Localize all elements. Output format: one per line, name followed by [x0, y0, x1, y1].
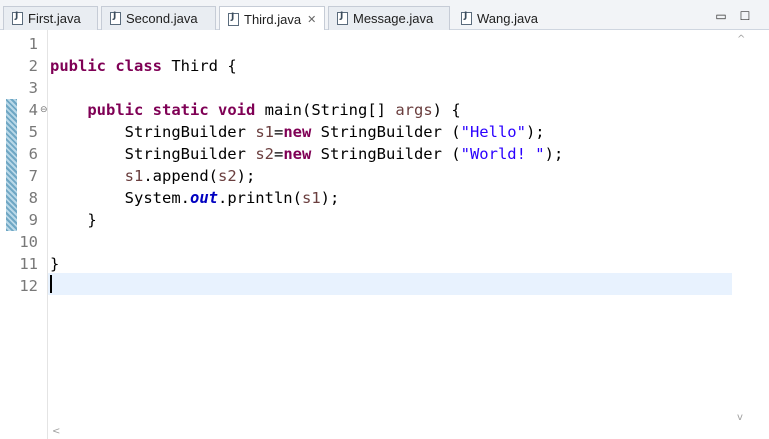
string-literal: "Hello"	[460, 123, 526, 141]
code-line-9: }	[50, 209, 97, 231]
change-marker	[6, 99, 17, 231]
string-literal: "World! "	[460, 145, 545, 163]
code-text: ) {	[432, 101, 461, 119]
keyword: class	[115, 57, 163, 75]
line-number: 3	[28, 79, 38, 97]
variable: s1	[301, 189, 321, 207]
code-text: System.	[124, 189, 190, 207]
code-text: StringBuilder	[124, 145, 256, 163]
tab-label: Message.java	[353, 11, 434, 26]
parameter: args	[395, 101, 433, 119]
code-text: );	[525, 123, 545, 141]
maximize-icon[interactable]: ☐	[738, 9, 752, 23]
current-line-highlight	[48, 273, 732, 295]
keyword: public	[50, 57, 106, 75]
vertical-scrollbar[interactable]: ^ v	[733, 30, 750, 428]
horizontal-scrollbar[interactable]: <	[48, 426, 750, 439]
tab-label: Wang.java	[477, 10, 538, 26]
minimize-icon[interactable]: ▭	[714, 9, 728, 23]
code-text: );	[236, 167, 256, 185]
text-cursor	[50, 275, 52, 293]
code-text: =	[273, 123, 284, 141]
line-number: 5	[28, 123, 38, 141]
variable: s1	[255, 123, 274, 141]
tab-second-java[interactable]: Second.java	[101, 6, 216, 30]
scroll-up-icon[interactable]: ^	[737, 34, 745, 45]
line-number: 1	[28, 35, 38, 53]
tab-third-java[interactable]: Third.java ✕	[219, 6, 325, 31]
code-text: .append(	[143, 167, 218, 185]
keyword: void	[218, 101, 256, 119]
java-file-icon	[12, 11, 23, 25]
line-number: 7	[28, 167, 38, 185]
code-text: );	[544, 145, 564, 163]
static-field: out	[189, 189, 218, 207]
code-line-4: public static void main(String[] args) {	[50, 99, 461, 121]
annotation-ruler	[6, 30, 17, 439]
code-text: =	[273, 145, 284, 163]
code-text: StringBuilder (	[311, 123, 461, 141]
line-number: 9	[28, 211, 38, 229]
code-text: StringBuilder (	[311, 145, 461, 163]
code-editor[interactable]: 1 2 3 4 ⊖ 5 6 7 8 9 10 11 12 public clas…	[0, 30, 769, 439]
fold-collapse-icon[interactable]: ⊖	[40, 99, 48, 121]
tab-wang-java[interactable]: Wang.java	[453, 6, 553, 30]
keyword: static	[152, 101, 209, 119]
line-number: 10	[19, 233, 38, 251]
java-file-icon	[337, 11, 348, 25]
java-file-icon	[228, 12, 239, 26]
code-text: }	[50, 255, 60, 273]
line-number-gutter: 1 2 3 4 ⊖ 5 6 7 8 9 10 11 12	[18, 30, 48, 439]
scroll-down-icon[interactable]: v	[737, 412, 743, 423]
code-line-8: System.out.println(s1);	[50, 187, 340, 209]
code-line-6: StringBuilder s2=new StringBuilder ("Wor…	[50, 143, 564, 165]
line-number: 12	[19, 277, 38, 295]
tab-label: Second.java	[126, 11, 198, 26]
line-number: 2	[28, 57, 38, 75]
code-text: .println(	[217, 189, 302, 207]
scroll-left-icon[interactable]: <	[52, 426, 60, 437]
variable: s1	[124, 167, 144, 185]
line-number: 6	[28, 145, 38, 163]
keyword: new	[283, 123, 312, 141]
line-number: 4	[28, 101, 38, 119]
code-line-11: }	[50, 253, 59, 275]
java-file-icon	[461, 11, 472, 25]
keyword: new	[283, 145, 312, 163]
line-number: 8	[28, 189, 38, 207]
code-line-7: s1.append(s2);	[50, 165, 256, 187]
tab-label: First.java	[28, 11, 81, 26]
variable: s2	[217, 167, 237, 185]
code-line-5: StringBuilder s1=new StringBuilder ("Hel…	[50, 121, 545, 143]
code-line-2: public class Third {	[50, 55, 237, 77]
keyword: public	[87, 101, 144, 119]
code-text: }	[87, 211, 97, 229]
line-number: 11	[19, 255, 38, 273]
close-tab-icon[interactable]: ✕	[307, 13, 316, 26]
code-text: Third {	[162, 57, 237, 75]
editor-tab-bar: First.java Second.java Third.java ✕ Mess…	[0, 0, 769, 31]
code-text: );	[320, 189, 340, 207]
code-text: StringBuilder	[124, 123, 256, 141]
variable: s2	[255, 145, 274, 163]
tab-first-java[interactable]: First.java	[3, 6, 98, 30]
tab-label: Third.java	[244, 11, 302, 27]
java-file-icon	[110, 11, 121, 25]
tab-message-java[interactable]: Message.java	[328, 6, 450, 30]
code-text: main(String[]	[255, 101, 396, 119]
